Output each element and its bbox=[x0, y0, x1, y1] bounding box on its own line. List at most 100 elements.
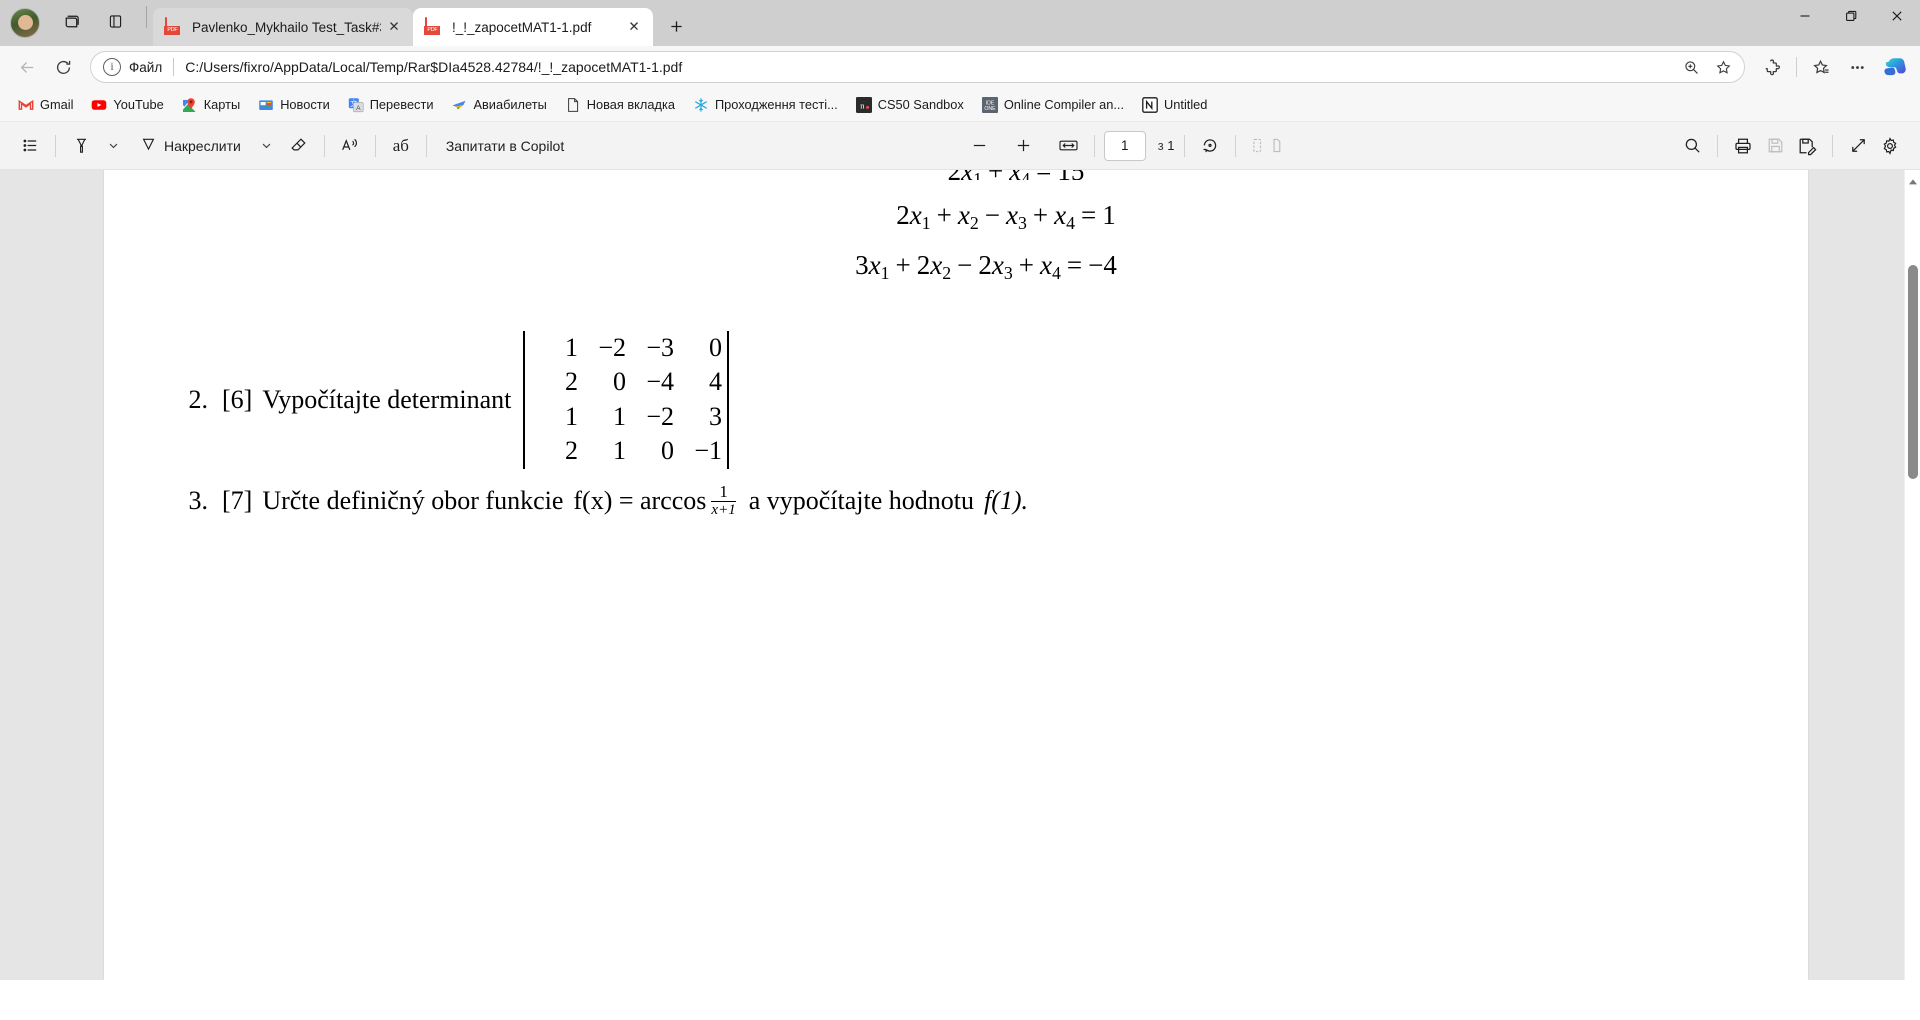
bookmark-translate[interactable]: 文 A Перевести bbox=[340, 92, 442, 118]
pdf-viewer[interactable]: 2x1+x4=15 2x1+x2−x3+x4=1 3x1+2x2−2x3+x4=… bbox=[0, 170, 1920, 980]
bookmark-prohodzhennya-testi[interactable]: Проходження тесті... bbox=[685, 92, 846, 118]
zoom-out-button[interactable] bbox=[964, 130, 996, 162]
bookmark-new-tab[interactable]: Новая вкладка bbox=[557, 92, 683, 118]
bookmark-online-compiler[interactable]: IDE ONE Online Compiler an... bbox=[974, 92, 1132, 118]
save-as-icon[interactable] bbox=[1791, 130, 1823, 162]
star-icon[interactable] bbox=[1708, 53, 1738, 81]
close-icon[interactable] bbox=[1874, 0, 1920, 32]
tab-pavlenko-test-task3[interactable]: Pavlenko_Mykhailo Test_Task#3.p ✕ bbox=[153, 8, 413, 46]
window-controls bbox=[1782, 0, 1920, 46]
eraser-icon[interactable] bbox=[283, 130, 315, 162]
copilot-icon[interactable] bbox=[1880, 52, 1910, 82]
bookmark-gmail[interactable]: Gmail bbox=[10, 92, 81, 118]
item-text-before: Určte definičný obor funkcie bbox=[262, 485, 564, 515]
google-translate-icon: 文 A bbox=[348, 97, 364, 113]
bookmark-youtube[interactable]: YouTube bbox=[83, 92, 171, 118]
page-layout-icon[interactable] bbox=[1245, 130, 1287, 162]
bookmark-untitled[interactable]: Untitled bbox=[1134, 92, 1215, 118]
close-icon[interactable]: ✕ bbox=[381, 14, 407, 40]
cs50-icon: n bbox=[855, 96, 872, 113]
title-bar-left-cluster bbox=[0, 0, 153, 46]
matrix-cell: 1 bbox=[565, 401, 579, 431]
url-text: C:/Users/fixro/AppData/Local/Temp/Rar$DI… bbox=[185, 59, 683, 75]
vertical-scrollbar[interactable] bbox=[1904, 170, 1920, 980]
back-arrow-icon[interactable] bbox=[10, 50, 44, 84]
matrix-cell: 0 bbox=[661, 436, 675, 466]
search-icon[interactable] bbox=[1676, 130, 1708, 162]
item-content: [6] Vypočítajte determinant 1 −2 −3 0 2 … bbox=[222, 330, 729, 469]
navigation-bar: i Файл C:/Users/fixro/AppData/Local/Temp… bbox=[0, 46, 1920, 88]
bookmarks-bar: Gmail YouTube Карты Новости A Перевести … bbox=[0, 88, 1920, 122]
address-bar[interactable]: i Файл C:/Users/fixro/AppData/Local/Temp… bbox=[90, 51, 1745, 83]
matrix-cell: −2 bbox=[598, 332, 627, 362]
toolbar-divider bbox=[1832, 134, 1833, 157]
bookmark-label: Gmail bbox=[40, 97, 74, 112]
page-total-value: 1 bbox=[1167, 138, 1175, 153]
bookmark-label: Untitled bbox=[1164, 97, 1208, 112]
matrix-cell: 1 bbox=[565, 332, 579, 362]
reload-icon[interactable] bbox=[46, 50, 80, 84]
save-icon[interactable] bbox=[1759, 130, 1791, 162]
scroll-up-arrow-icon[interactable] bbox=[1908, 173, 1918, 185]
collections-star-icon[interactable] bbox=[1804, 50, 1838, 84]
ellipsis-icon[interactable] bbox=[1840, 50, 1874, 84]
omnibox-divider bbox=[173, 58, 175, 76]
puzzle-piece-icon[interactable] bbox=[1755, 50, 1789, 84]
page-count-label: з 1 bbox=[1158, 138, 1175, 153]
rotate-icon[interactable] bbox=[1194, 130, 1226, 162]
bookmark-novosti[interactable]: Новости bbox=[250, 92, 338, 118]
bookmark-flights[interactable]: Авиабилеты bbox=[443, 92, 554, 118]
restore-icon[interactable] bbox=[1828, 0, 1874, 32]
close-icon[interactable]: ✕ bbox=[621, 14, 647, 40]
tab-zapocetmat1[interactable]: !_!_zapocetMAT1-1.pdf ✕ bbox=[413, 8, 653, 46]
fullscreen-icon[interactable] bbox=[1842, 130, 1874, 162]
toolbar-divider bbox=[55, 134, 56, 157]
matrix-cell: 3 bbox=[709, 401, 723, 431]
print-icon[interactable] bbox=[1727, 130, 1759, 162]
page-number-input[interactable]: 1 bbox=[1103, 130, 1146, 161]
matrix-right-bar bbox=[727, 330, 729, 469]
minimize-icon[interactable] bbox=[1782, 0, 1828, 32]
workspaces-icon[interactable] bbox=[52, 2, 90, 40]
svg-text:ONE: ONE bbox=[984, 106, 996, 112]
draw-chevron-down-icon[interactable] bbox=[251, 130, 283, 162]
google-maps-icon bbox=[182, 97, 198, 113]
draw-button[interactable]: Накреслити bbox=[129, 130, 251, 162]
matrix-cell: −2 bbox=[646, 401, 675, 431]
pdf-icon bbox=[425, 17, 443, 36]
translate-icon[interactable]: аб bbox=[385, 130, 417, 162]
avatar[interactable] bbox=[10, 8, 40, 38]
item-content: [7] Určte definičný obor funkcie f(x) = … bbox=[222, 483, 1028, 519]
matrix-cell: 4 bbox=[709, 367, 723, 397]
matrix-cell: −1 bbox=[694, 436, 723, 466]
title-bar-divider bbox=[146, 6, 147, 28]
tab-list-icon[interactable] bbox=[96, 2, 134, 40]
pdf-page-content: 2x1+x4=15 2x1+x2−x3+x4=1 3x1+2x2−2x3+x4=… bbox=[104, 170, 1808, 519]
equation-3: 3x1 +2x2−2x3 + x4 = −4 bbox=[855, 249, 1117, 283]
bookmark-maps[interactable]: Карты bbox=[174, 92, 248, 118]
toolbar-divider bbox=[1717, 134, 1718, 157]
zoom-in-button[interactable] bbox=[1008, 130, 1040, 162]
table-of-contents-icon[interactable] bbox=[14, 130, 46, 162]
new-tab-button[interactable] bbox=[659, 9, 693, 43]
scrollbar-thumb[interactable] bbox=[1908, 265, 1918, 479]
highlight-chevron-down-icon[interactable] bbox=[97, 130, 129, 162]
ask-copilot-button[interactable]: Запитати в Copilot bbox=[436, 130, 574, 162]
toolbar-divider bbox=[425, 134, 427, 157]
read-aloud-icon[interactable] bbox=[334, 130, 366, 162]
info-icon[interactable]: i bbox=[103, 58, 121, 76]
matrix-cell: 0 bbox=[613, 367, 627, 397]
notion-icon bbox=[1142, 96, 1158, 113]
gear-icon[interactable] bbox=[1874, 130, 1906, 162]
pdf-icon bbox=[165, 17, 183, 36]
bookmark-cs50-sandbox[interactable]: n CS50 Sandbox bbox=[848, 92, 972, 118]
youtube-icon bbox=[91, 97, 107, 113]
toolbar-divider bbox=[1183, 134, 1185, 157]
page-total-prefix: з bbox=[1157, 138, 1164, 153]
gmail-icon bbox=[18, 97, 34, 113]
pdf-page: 2x1+x4=15 2x1+x2−x3+x4=1 3x1+2x2−2x3+x4=… bbox=[104, 170, 1808, 980]
zoom-magnifier-icon[interactable] bbox=[1676, 53, 1706, 81]
item-number: 3. bbox=[188, 485, 209, 515]
fit-to-width-icon[interactable] bbox=[1052, 130, 1085, 162]
highlight-icon[interactable] bbox=[65, 130, 97, 162]
